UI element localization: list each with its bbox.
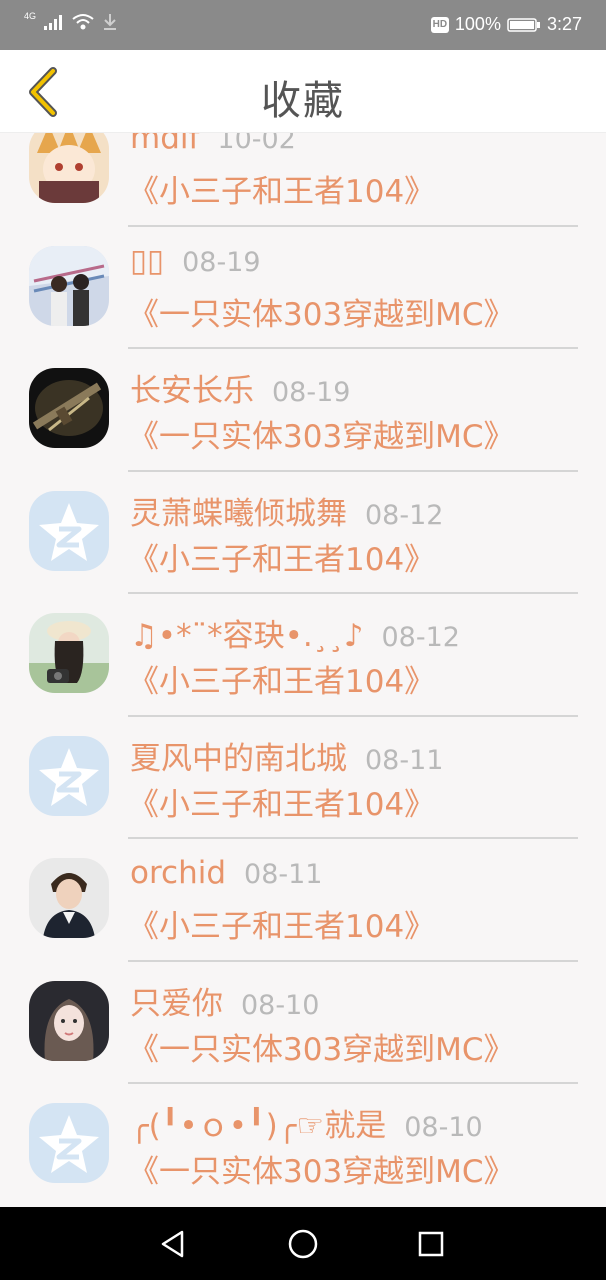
status-right: HD 100% 3:27 (430, 14, 582, 35)
item-header: orchid 08-11 (130, 855, 322, 891)
couple-photo-avatar[interactable] (29, 245, 109, 326)
star-z-icon (39, 502, 99, 561)
user-name[interactable]: ▯▯ (130, 243, 164, 279)
network-type: 4G (24, 10, 37, 21)
favorite-item[interactable]: 夏风中的南北城 08-11 《小三子和王者104》 (0, 717, 606, 839)
user-name[interactable]: ♫•*¨*容玦•.¸¸♪ (130, 610, 364, 655)
favorites-list[interactable]: mdlf 10-02 《小三子和王者104》 ▯▯ 08-19 《一只实体303… (0, 133, 606, 1207)
favorite-item[interactable]: orchid 08-11 《小三子和王者104》 (0, 839, 606, 962)
favorite-item[interactable]: ▯▯ 08-19 《一只实体303穿越到MC》 (0, 227, 606, 349)
nav-recents-button[interactable] (408, 1221, 454, 1267)
date-label: 08-12 (365, 499, 444, 531)
user-name[interactable]: 夏风中的南北城 (130, 733, 347, 778)
item-header: 只爱你 08-10 (130, 978, 319, 1023)
item-header: 长安长乐 08-19 (130, 365, 350, 410)
date-label: 08-11 (365, 744, 444, 776)
star-z-icon (39, 747, 99, 806)
item-header: mdlf 10-02 (130, 133, 296, 156)
favorite-item[interactable]: 长安长乐 08-19 《一只实体303穿越到MC》 (0, 349, 606, 472)
page-title: 收藏 (261, 78, 345, 124)
book-title[interactable]: 《小三子和王者104》 (128, 166, 435, 211)
user-name[interactable]: orchid (130, 855, 226, 891)
date-label: 08-10 (241, 989, 320, 1021)
nav-home-button[interactable] (280, 1221, 326, 1267)
home-circle-icon (288, 1229, 318, 1259)
item-header: ▯▯ 08-19 (130, 243, 261, 279)
anime-avatar[interactable] (29, 133, 109, 203)
status-left: 4G (24, 10, 118, 31)
book-title[interactable]: 《一只实体303穿越到MC》 (128, 289, 515, 334)
date-label: 08-10 (404, 1112, 483, 1143)
app-header: 收藏 (0, 50, 606, 133)
date-label: 08-19 (272, 377, 351, 408)
navigation-bar (0, 1207, 606, 1280)
user-name[interactable]: 长安长乐 (130, 365, 254, 410)
favorite-item[interactable]: mdlf 10-02 《小三子和王者104》 (0, 133, 606, 227)
wifi-icon (72, 14, 94, 30)
book-title[interactable]: 《小三子和王者104》 (128, 534, 435, 579)
favorite-item[interactable]: 灵萧蝶曦倾城舞 08-12 《小三子和王者104》 (0, 472, 606, 594)
star-z-icon (39, 1115, 99, 1173)
battery-percent: 100% (454, 14, 501, 34)
item-header: 夏风中的南北城 08-11 (130, 733, 443, 778)
battery-icon (507, 17, 540, 32)
book-title[interactable]: 《小三子和王者104》 (128, 779, 435, 824)
date-label: 08-19 (182, 246, 261, 278)
rifle-avatar[interactable] (29, 368, 109, 448)
user-name[interactable]: ╭(╹•ｏ•╹)╭☞就是 (130, 1100, 386, 1145)
qq-default-avatar[interactable] (29, 490, 109, 571)
user-name[interactable]: 灵萧蝶曦倾城舞 (130, 488, 347, 533)
nav-back-button[interactable] (150, 1221, 196, 1267)
favorite-item[interactable]: ╭(╹•ｏ•╹)╭☞就是 08-10 《一只实体303穿越到MC》 (0, 1084, 606, 1207)
item-header: 灵萧蝶曦倾城舞 08-12 (130, 488, 443, 533)
girl-portrait-avatar[interactable] (29, 980, 109, 1061)
qq-default-avatar[interactable] (29, 1103, 109, 1183)
user-name[interactable]: mdlf (130, 133, 199, 156)
back-triangle-icon (161, 1230, 184, 1258)
date-label: 10-02 (217, 133, 296, 155)
date-label: 08-12 (381, 622, 460, 653)
item-header: ╭(╹•ｏ•╹)╭☞就是 08-10 (130, 1100, 483, 1145)
boy-portrait-avatar[interactable] (29, 858, 109, 938)
download-icon (104, 14, 117, 30)
date-label: 08-11 (244, 859, 323, 890)
item-header: ♫•*¨*容玦•.¸¸♪ 08-12 (130, 610, 460, 655)
book-title[interactable]: 《一只实体303穿越到MC》 (128, 1146, 515, 1191)
qq-default-avatar[interactable] (29, 735, 109, 816)
status-bar: 4G HD 100% 3:27 (0, 0, 606, 50)
girl-camera-avatar[interactable] (29, 613, 109, 693)
favorites-list-inner: mdlf 10-02 《小三子和王者104》 ▯▯ 08-19 《一只实体303… (0, 133, 606, 1207)
book-title[interactable]: 《小三子和王者104》 (128, 901, 435, 946)
clock: 3:27 (546, 14, 582, 34)
recents-square-icon (418, 1231, 444, 1257)
book-title[interactable]: 《一只实体303穿越到MC》 (128, 411, 515, 456)
hd-icon: HD (430, 16, 449, 33)
signal-icon (44, 15, 63, 30)
user-name[interactable]: 只爱你 (130, 978, 223, 1023)
favorite-item[interactable]: 只爱你 08-10 《一只实体303穿越到MC》 (0, 962, 606, 1084)
book-title[interactable]: 《小三子和王者104》 (128, 656, 435, 701)
favorite-item[interactable]: ♫•*¨*容玦•.¸¸♪ 08-12 《小三子和王者104》 (0, 594, 606, 717)
book-title[interactable]: 《一只实体303穿越到MC》 (128, 1024, 515, 1069)
